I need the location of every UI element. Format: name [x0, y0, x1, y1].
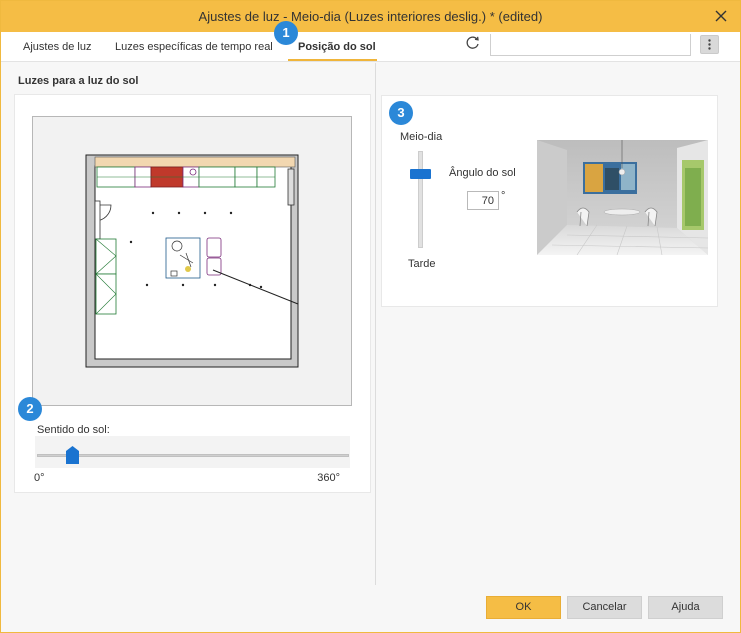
- tab-realtime-lights[interactable]: Luzes específicas de tempo real: [115, 41, 273, 53]
- close-icon: [715, 10, 727, 22]
- ok-button[interactable]: OK: [486, 596, 561, 619]
- afternoon-label: Tarde: [408, 258, 436, 270]
- degree-unit: °: [501, 190, 506, 202]
- sun-direction-slider-thumb[interactable]: [66, 446, 79, 464]
- room-preview-image: [537, 140, 708, 255]
- floor-plan-drawing: [85, 154, 299, 368]
- callout-badge-2: 2: [18, 397, 42, 421]
- sun-height-slider-thumb[interactable]: [410, 169, 431, 179]
- sun-direction-slider-area: [35, 436, 350, 468]
- sun-direction-max-label: 360°: [317, 472, 340, 484]
- sun-height-panel: Meio-dia Tarde Ângulo do sol °: [381, 95, 718, 307]
- more-options-button[interactable]: [700, 35, 719, 54]
- sun-angle-input[interactable]: [467, 191, 499, 210]
- callout-badge-3: 3: [389, 101, 413, 125]
- sun-direction-slider[interactable]: [37, 454, 349, 457]
- tab-sun-position[interactable]: Posição do sol: [298, 41, 376, 53]
- tab-light-settings[interactable]: Ajustes de luz: [23, 41, 91, 53]
- active-tab-indicator: [288, 59, 377, 61]
- close-button[interactable]: [712, 7, 730, 25]
- help-button[interactable]: Ajuda: [648, 596, 723, 619]
- light-settings-dialog: Ajustes de luz - Meio-dia (Luzes interio…: [0, 0, 741, 633]
- vertical-dots-icon: [708, 39, 711, 50]
- floor-plan-view[interactable]: [32, 116, 352, 406]
- sun-height-slider[interactable]: [418, 151, 423, 248]
- cancel-button[interactable]: Cancelar: [567, 596, 642, 619]
- sun-direction-panel: Sentido do sol: 0° 360°: [14, 94, 371, 493]
- section-title-sun-lights: Luzes para a luz do sol: [18, 75, 139, 87]
- callout-badge-1: 1: [274, 21, 298, 45]
- sun-direction-label: Sentido do sol:: [37, 424, 110, 436]
- panel-divider: [375, 63, 376, 585]
- tab-bar: Ajustes de luz Luzes específicas de temp…: [1, 32, 740, 62]
- content-area: Luzes para a luz do sol Sentido do sol: …: [1, 63, 740, 588]
- refresh-icon[interactable]: [465, 35, 481, 51]
- sun-angle-label: Ângulo do sol: [449, 167, 516, 179]
- search-input[interactable]: [490, 34, 691, 56]
- dialog-footer: OK Cancelar Ajuda: [1, 589, 740, 632]
- title-bar: Ajustes de luz - Meio-dia (Luzes interio…: [1, 1, 740, 32]
- window-title: Ajustes de luz - Meio-dia (Luzes interio…: [198, 9, 543, 24]
- sun-direction-min-label: 0°: [34, 472, 45, 484]
- noon-label: Meio-dia: [400, 131, 443, 143]
